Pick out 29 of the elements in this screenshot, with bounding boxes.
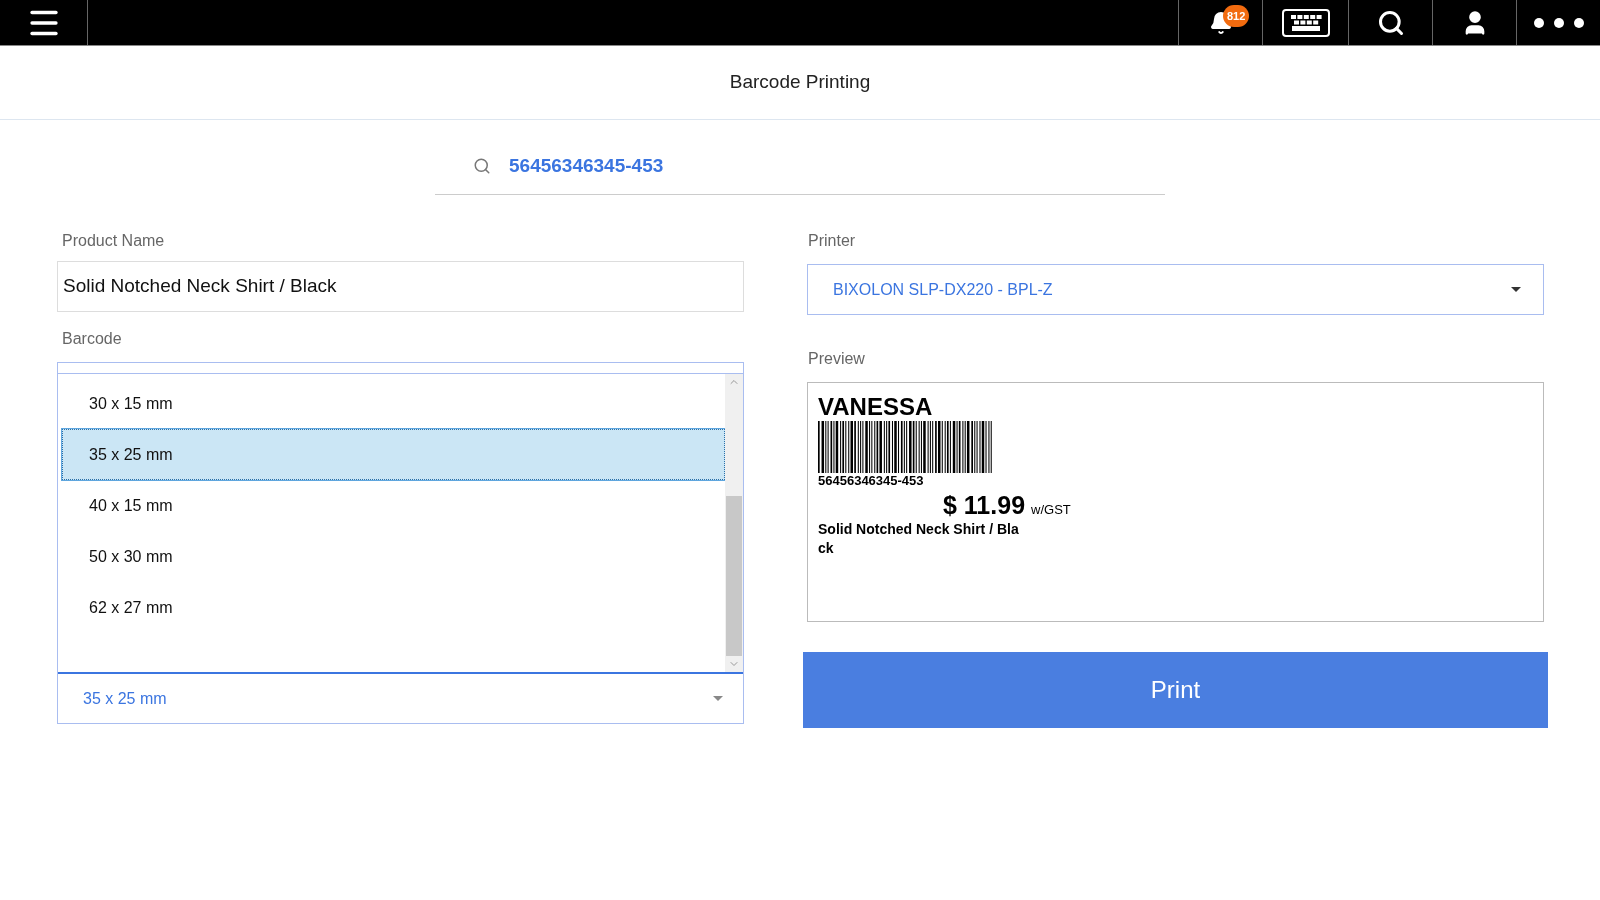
product-name-text: Solid Notched Neck Shirt / Bla ck [818, 520, 1020, 558]
price-note: w/GST [1031, 501, 1071, 519]
caret-icon [1511, 287, 1521, 292]
search-field[interactable]: 56456346345-453 [509, 151, 909, 181]
scrollbar[interactable] [725, 374, 743, 672]
page-title: Barcode Printing [729, 70, 871, 95]
barcode-size-select[interactable]: 35 x 25 mm [58, 672, 743, 723]
search-icon [1376, 8, 1405, 37]
list-item[interactable]: 35 x 25 mm [62, 429, 725, 480]
field-label: Preview [807, 349, 866, 369]
more-icon [1532, 16, 1585, 29]
price-text: $ 11.99 [943, 490, 1026, 520]
field-label: Printer [807, 231, 857, 251]
scrollbar-thumb[interactable] [726, 496, 742, 656]
keyboard-icon [1281, 8, 1330, 37]
list-item[interactable]: 40 x 15 mm [62, 480, 725, 531]
brand-text: VANESSA [818, 393, 933, 421]
field-label: Product Name [61, 231, 166, 251]
printer-select[interactable]: BIXOLON SLP-DX220 - BPL-Z [807, 264, 1544, 315]
list-item[interactable]: 62 x 27 mm [62, 582, 725, 633]
print-button[interactable]: Print [803, 652, 1548, 728]
field-label: Barcode [61, 329, 123, 349]
list-item[interactable]: 30 x 15 mm [62, 378, 725, 429]
product-name-field[interactable]: Solid Notched Neck Shirt / Black [57, 261, 744, 312]
barcode-number: 56456346345-453 [818, 473, 924, 488]
caret-icon [713, 696, 723, 701]
notification-badge: 812 [1223, 5, 1250, 27]
search-icon [473, 157, 491, 175]
list-item[interactable]: 50 x 30 mm [62, 531, 725, 582]
